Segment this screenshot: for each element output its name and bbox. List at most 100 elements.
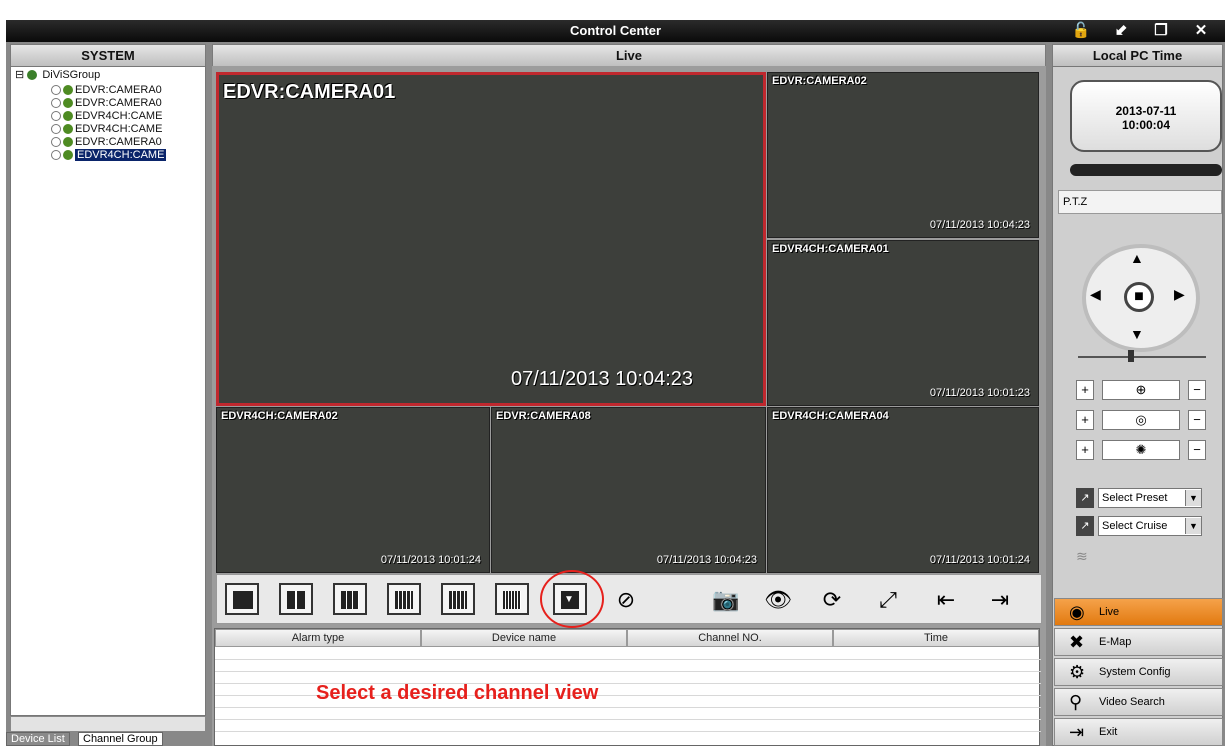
minus-button[interactable]: − [1188,380,1206,400]
left-arrow-icon[interactable]: ◀ [1090,286,1101,303]
nav-system-config[interactable]: ⚙ System Config [1054,658,1223,686]
ptz-label: P.T.Z [1063,196,1088,208]
tree-root[interactable]: ⊟ DiViSGroup [15,69,100,82]
camera-name: EDVR:CAMERA01 [223,81,396,103]
ptz-header[interactable]: P.T.Z [1058,190,1222,214]
search-icon: ⚲ [1069,692,1083,712]
tree-item[interactable]: EDVR:CAMERA0 [51,136,162,149]
horizontal-scrollbar[interactable] [10,716,206,732]
system-header: SYSTEM [10,44,206,68]
col-device-name[interactable]: Device name [421,629,627,647]
col-channel-no[interactable]: Channel NO. [627,629,833,647]
annotation-text: Select a desired channel view [316,682,599,704]
camera-name: EDVR4CH:CAMERA04 [772,410,889,422]
nav-e-map[interactable]: ✖ E-Map [1054,628,1223,656]
camera-timestamp: 07/11/2013 10:04:23 [510,368,693,390]
plus-button[interactable]: + [1076,410,1094,430]
camera-tile-main[interactable]: EDVR:CAMERA01 07/11/2013 10:04:23 [216,72,766,406]
hide-icon[interactable]: 👁 [763,585,793,615]
zoom-icon: ⊕ [1102,380,1180,400]
cruise-select[interactable]: Select Cruise ▼ [1098,516,1202,536]
stop-icon[interactable]: ⊘ [611,585,641,615]
focus-row: + ◎ − [1076,410,1208,430]
tree-item-selected[interactable]: EDVR4CH:CAME [51,149,167,162]
iris-icon: ✺ [1102,440,1180,460]
annotation-circle [540,570,604,628]
camera-timestamp: 07/11/2013 10:04:23 [656,554,757,566]
plus-button[interactable]: + [1076,380,1094,400]
camera-tile[interactable]: EDVR:CAMERA08 07/11/2013 10:04:23 [491,407,766,573]
globe-icon [27,70,38,81]
collapse-icon[interactable]: ⊟ [15,69,24,81]
wave-icon[interactable]: ≋ [1076,548,1088,565]
minus-button[interactable]: − [1188,440,1206,460]
preset-row: ↗ Select Preset ▼ [1076,488,1206,508]
layout-16-button[interactable] [387,583,421,615]
camera-tile[interactable]: EDVR4CH:CAMERA01 07/11/2013 10:01:23 [767,240,1039,406]
window-title: Control Center [570,23,661,38]
layout-4-button[interactable] [279,583,313,615]
camera-tile[interactable]: EDVR:CAMERA02 07/11/2013 10:04:23 [767,72,1039,238]
gear-icon: ⚙ [1069,662,1086,682]
camera-timestamp: 07/11/2013 10:04:23 [929,219,1030,231]
nav-exit[interactable]: ⇥ Exit [1054,718,1223,746]
layout-9-button[interactable] [333,583,367,615]
tab-channel-group[interactable]: Channel Group [78,732,163,746]
col-time[interactable]: Time [833,629,1039,647]
minimize-icon[interactable]: ⬋ [1107,21,1135,41]
clock-date: 2013-07-11 [1115,104,1177,118]
rotate-icon[interactable]: ⟳ [817,585,847,615]
camera-name: EDVR4CH:CAMERA01 [772,243,889,255]
camera-tile[interactable]: EDVR4CH:CAMERA02 07/11/2013 10:01:24 [216,407,490,573]
slider-handle[interactable] [1128,350,1134,362]
col-alarm-type[interactable]: Alarm type [215,629,421,647]
title-bar: Control Center 🔓 ⬋ ❐ ✕ [6,20,1225,42]
restore-icon[interactable]: ❐ [1147,21,1175,41]
live-header: Live [212,44,1046,68]
camera-timestamp: 07/11/2013 10:01:24 [929,554,1030,566]
right-arrow-icon[interactable]: ▶ [1174,286,1185,303]
tree-item[interactable]: EDVR:CAMERA0 [51,97,162,110]
preset-select[interactable]: Select Preset ▼ [1098,488,1202,508]
prev-page-icon[interactable]: ⇤ [931,585,961,615]
status-bar [1070,164,1222,176]
camera-name: EDVR:CAMERA02 [772,75,867,87]
down-arrow-icon[interactable]: ▼ [1130,326,1144,342]
live-toolbar: ▼ ⊘ 📷 👁 ⟳ ⤢ ⇤ ⇥ [216,574,1042,624]
map-icon: ✖ [1069,632,1085,652]
layout-1-button[interactable] [225,583,259,615]
tree-item[interactable]: EDVR4CH:CAME [51,123,162,136]
minus-button[interactable]: − [1188,410,1206,430]
tree-root-label: DiViSGroup [42,69,101,81]
preset-icon[interactable]: ↗ [1076,488,1094,508]
ptz-speed-slider[interactable] [1078,356,1206,358]
lock-icon[interactable]: 🔓 [1067,21,1095,41]
tab-device-list[interactable]: Device List [6,732,70,746]
clock-display: 2013-07-11 10:00:04 [1070,80,1222,152]
tree-item[interactable]: EDVR4CH:CAME [51,110,162,123]
left-tabs: Device List Channel Group [0,732,206,746]
nav-video-search[interactable]: ⚲ Video Search [1054,688,1223,716]
layout-36-button[interactable] [495,583,529,615]
clock-time: 10:00:04 [1121,118,1171,132]
layout-25-button[interactable] [441,583,475,615]
close-icon[interactable]: ✕ [1187,21,1215,41]
device-tree: ⊟ DiViSGroup EDVR:CAMERA0 EDVR:CAMERA0 E… [10,66,206,716]
camera-name: EDVR:CAMERA08 [496,410,591,422]
up-arrow-icon[interactable]: ▲ [1130,250,1144,266]
ptz-joystick[interactable]: ▲ ▼ ◀ ▶ ■ [1082,244,1200,352]
next-page-icon[interactable]: ⇥ [985,585,1015,615]
snapshot-icon[interactable]: 📷 [711,585,741,615]
iris-row: + ✺ − [1076,440,1208,460]
zoom-row: + ⊕ − [1076,380,1208,400]
camera-tile[interactable]: EDVR4CH:CAMERA04 07/11/2013 10:01:24 [767,407,1039,573]
tree-item[interactable]: EDVR:CAMERA0 [51,84,162,97]
camera-timestamp: 07/11/2013 10:01:23 [929,387,1030,399]
plus-button[interactable]: + [1076,440,1094,460]
cruise-icon[interactable]: ↗ [1076,516,1094,536]
camera-name: EDVR4CH:CAMERA02 [221,410,338,422]
center-button[interactable]: ■ [1124,282,1154,312]
nav-live[interactable]: ◉ Live [1054,598,1223,626]
fullscreen-icon[interactable]: ⤢ [873,585,903,615]
focus-icon: ◎ [1102,410,1180,430]
